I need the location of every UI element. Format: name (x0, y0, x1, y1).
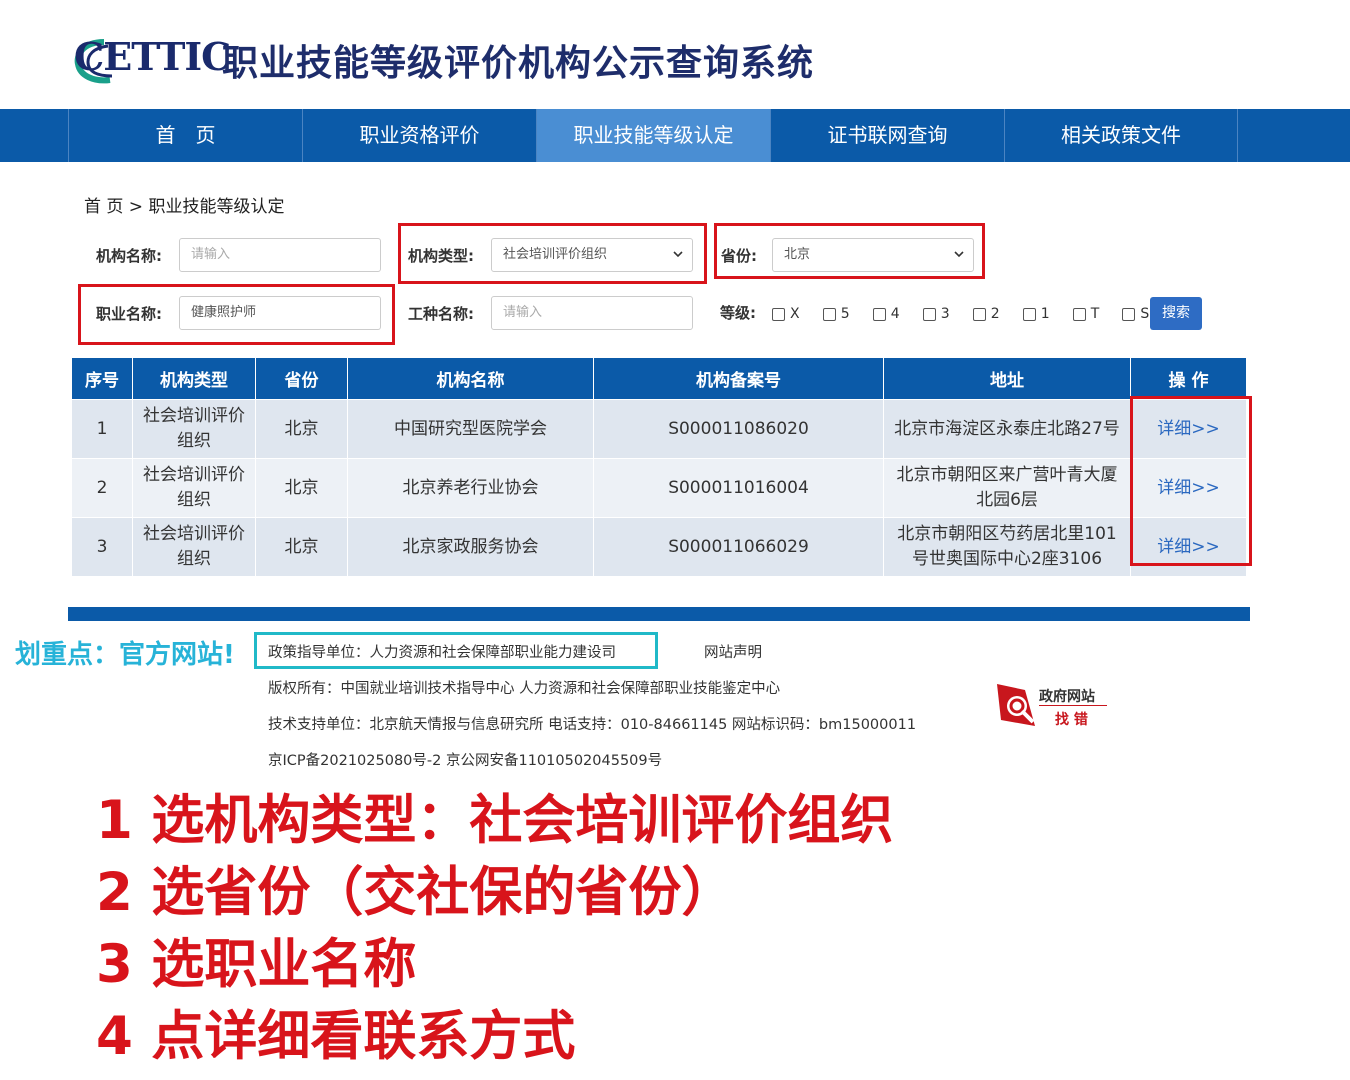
job-name-label: 工种名称: (408, 305, 474, 323)
level-option-1[interactable]: 1 (1022, 306, 1050, 322)
table-header-row: 序号 机构类型 省份 机构名称 机构备案号 地址 操 作 (71, 358, 1247, 400)
nav-cert-query[interactable]: 证书联网查询 (770, 109, 1004, 162)
org-type-label: 机构类型: (408, 247, 474, 265)
cell-type: 社会培训评价 组织 (132, 399, 256, 459)
checkbox-icon[interactable] (772, 307, 785, 321)
gov-badge-divider (1039, 705, 1107, 706)
search-button[interactable]: 搜索 (1150, 297, 1202, 330)
tech-support-text: 技术支持单位：北京航天情报与信息研究所 电话支持：010-84661145 网站… (268, 717, 917, 733)
checkbox-icon[interactable] (922, 307, 936, 321)
level-option-3[interactable]: 3 (922, 306, 950, 322)
checkbox-icon[interactable] (972, 307, 986, 321)
nav-qualification-eval[interactable]: 职业资格评价 (302, 109, 536, 162)
logo-text: CETTIC (74, 34, 231, 79)
gov-badge-line2: 找 错 (1055, 712, 1088, 728)
occupation-label: 职业名称: (96, 305, 162, 323)
main-nav: 首 页 职业资格评价 职业技能等级认定 证书联网查询 相关政策文件 (0, 109, 1350, 162)
org-name-label: 机构名称: (96, 247, 162, 265)
chevron-down-icon (954, 251, 964, 258)
cell-address: 北京市朝阳区芍药居北里101 号世奥国际中心2座3106 (883, 517, 1131, 577)
cell-record: S000011086020 (593, 399, 884, 459)
nav-policy-files[interactable]: 相关政策文件 (1004, 109, 1238, 162)
cell-address: 北京市海淀区永泰庄北路27号 (883, 399, 1131, 459)
detail-column-highlight-box (1130, 396, 1252, 566)
cell-record: S000011066029 (593, 517, 884, 577)
level-label: 等级: (720, 304, 756, 322)
checkbox-icon[interactable] (1022, 307, 1036, 321)
magnifier-icon (997, 684, 1035, 726)
job-name-input[interactable]: 请输入 (491, 296, 693, 330)
icp-text: 京ICP备2021025080号-2 京公网安备11010502045509号 (268, 753, 663, 769)
org-name-input[interactable]: 请输入 (179, 238, 381, 272)
checkbox-icon[interactable] (822, 307, 836, 321)
level-option-5[interactable]: 5 (822, 306, 850, 322)
footer-bar (68, 607, 1250, 621)
org-type-select[interactable]: 社会培训评价组织 (491, 238, 693, 272)
cell-province: 北京 (255, 399, 348, 459)
step-4: 4 点详细看联系方式 (96, 1006, 576, 1067)
chevron-down-icon (673, 251, 683, 258)
col-header-action: 操 作 (1130, 358, 1247, 400)
gov-site-error-badge[interactable]: 政府网站 找 错 (995, 680, 1109, 730)
cell-no: 1 (71, 399, 133, 459)
table-row: 1 社会培训评价 组织 北京 中国研究型医院学会 S000011086020 北京… (71, 399, 1247, 459)
level-option-s[interactable]: S (1122, 306, 1149, 322)
cell-name: 北京养老行业协会 (347, 458, 594, 518)
level-checkboxes: X 5 4 3 2 1 T S (772, 303, 1167, 322)
highlight-note: 划重点：官方网站! (15, 640, 235, 670)
occupation-input[interactable]: 健康照护师 (179, 296, 381, 330)
policy-unit-text: 政策指导单位：人力资源和社会保障部职业能力建设司 (268, 645, 616, 661)
step-2: 2 选省份（交社保的省份） (96, 862, 735, 923)
cell-name: 北京家政服务协会 (347, 517, 594, 577)
col-header-province: 省份 (255, 358, 348, 400)
col-header-name: 机构名称 (347, 358, 594, 400)
level-option-2[interactable]: 2 (972, 306, 1000, 322)
col-header-record: 机构备案号 (593, 358, 884, 400)
table-row: 2 社会培训评价 组织 北京 北京养老行业协会 S000011016004 北京市… (71, 458, 1247, 518)
col-header-no: 序号 (71, 358, 133, 400)
gov-badge-line1: 政府网站 (1039, 689, 1095, 705)
cell-name: 中国研究型医院学会 (347, 399, 594, 459)
province-label: 省份: (721, 247, 757, 265)
org-type-value: 社会培训评价组织 (503, 247, 608, 262)
level-option-x[interactable]: X (772, 306, 800, 322)
cell-no: 2 (71, 458, 133, 518)
breadcrumb: 首 页 > 职业技能等级认定 (84, 197, 285, 217)
copyright-text: 版权所有：中国就业培训技术指导中心 人力资源和社会保障部职业技能鉴定中心 (268, 681, 781, 697)
table-row: 3 社会培训评价 组织 北京 北京家政服务协会 S000011066029 北京市… (71, 517, 1247, 577)
level-option-4[interactable]: 4 (872, 306, 900, 322)
instruction-steps: 1 选机构类型：社会培训评价组织 2 选省份（交社保的省份） 3 选职业名称 4… (96, 785, 893, 1073)
cell-type: 社会培训评价 组织 (132, 458, 256, 518)
cell-type: 社会培训评价 组织 (132, 517, 256, 577)
cell-record: S000011016004 (593, 458, 884, 518)
nav-skill-level-cert[interactable]: 职业技能等级认定 (536, 109, 770, 162)
col-header-address: 地址 (883, 358, 1131, 400)
province-select[interactable]: 北京 (772, 238, 974, 272)
cell-province: 北京 (255, 458, 348, 518)
checkbox-icon[interactable] (1122, 307, 1136, 321)
step-3: 3 选职业名称 (96, 934, 417, 995)
col-header-type: 机构类型 (132, 358, 256, 400)
checkbox-icon[interactable] (1072, 307, 1086, 321)
level-option-t[interactable]: T (1072, 306, 1099, 322)
cell-no: 3 (71, 517, 133, 577)
site-title: 职业技能等级评价机构公示查询系统 (222, 43, 815, 84)
cell-address: 北京市朝阳区来广营叶青大厦 北园6层 (883, 458, 1131, 518)
province-value: 北京 (784, 247, 811, 262)
cell-province: 北京 (255, 517, 348, 577)
step-1: 1 选机构类型：社会培训评价组织 (96, 790, 894, 851)
results-table: 序号 机构类型 省份 机构名称 机构备案号 地址 操 作 1 社会培训评价 组织 … (71, 358, 1247, 577)
checkbox-icon[interactable] (872, 307, 886, 321)
nav-home[interactable]: 首 页 (68, 109, 302, 162)
site-statement-link[interactable]: 网站声明 (704, 641, 762, 662)
